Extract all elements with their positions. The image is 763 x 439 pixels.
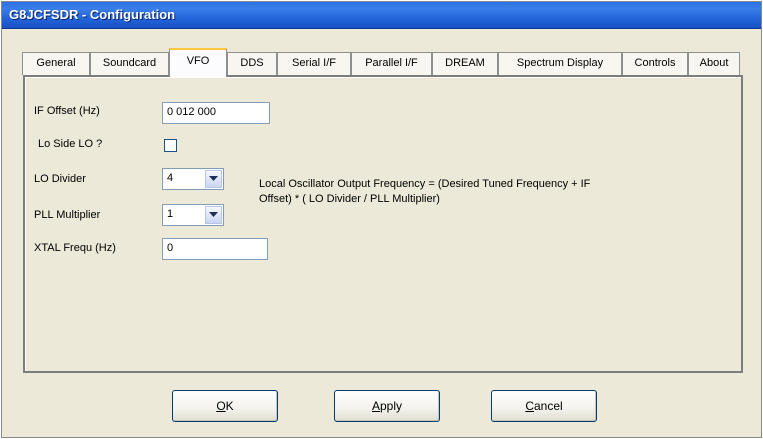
configuration-window: G8JCFSDR - Configuration General Soundca… [1, 1, 762, 438]
title-bar[interactable]: G8JCFSDR - Configuration [2, 2, 761, 29]
lo-divider-label: LO Divider [34, 173, 86, 185]
xtal-input[interactable]: 0 [162, 238, 268, 260]
lo-side-label: Lo Side LO ? [38, 138, 103, 150]
cancel-label-rest: ancel [533, 399, 563, 413]
tab-vfo[interactable]: VFO [169, 48, 227, 77]
tab-strip: General Soundcard VFO DDS Serial I/F Par… [22, 48, 742, 77]
tab-spectrum-display[interactable]: Spectrum Display [498, 52, 622, 75]
apply-label-rest: pply [380, 399, 403, 413]
lo-divider-select[interactable]: 4 [162, 168, 224, 190]
pll-multiplier-label: PLL Multiplier [34, 209, 101, 221]
tab-dream[interactable]: DREAM [432, 52, 498, 75]
if-offset-input[interactable]: 0 012 000 [162, 102, 270, 124]
apply-button[interactable]: Apply [334, 390, 440, 422]
frequency-formula-text: Local Oscillator Output Frequency = (Des… [259, 178, 591, 205]
ok-button[interactable]: OK [172, 390, 278, 422]
tab-about[interactable]: About [688, 52, 740, 75]
cancel-mnemonic: C [525, 399, 534, 413]
window-title: G8JCFSDR - Configuration [9, 7, 176, 22]
if-offset-label: IF Offset (Hz) [34, 105, 100, 117]
chevron-down-icon[interactable] [205, 170, 222, 188]
tab-soundcard[interactable]: Soundcard [90, 52, 169, 75]
ok-mnemonic: O [216, 399, 226, 413]
ok-label-rest: K [225, 399, 234, 413]
tab-parallel-if[interactable]: Parallel I/F [351, 52, 432, 75]
tab-general[interactable]: General [22, 52, 90, 75]
pll-multiplier-select[interactable]: 1 [162, 204, 224, 226]
lo-side-checkbox[interactable] [164, 139, 177, 152]
chevron-down-icon[interactable] [205, 206, 222, 224]
xtal-label: XTAL Frequ (Hz) [34, 242, 116, 254]
tab-dds[interactable]: DDS [227, 52, 277, 75]
vfo-panel: IF Offset (Hz) 0 012 000 Lo Side LO ? LO… [23, 75, 743, 373]
tab-controls[interactable]: Controls [622, 52, 688, 75]
pll-multiplier-value: 1 [167, 208, 174, 220]
cancel-button[interactable]: Cancel [491, 390, 597, 422]
tab-serial-if[interactable]: Serial I/F [277, 52, 351, 75]
lo-divider-value: 4 [167, 172, 174, 184]
apply-mnemonic: A [371, 399, 380, 413]
